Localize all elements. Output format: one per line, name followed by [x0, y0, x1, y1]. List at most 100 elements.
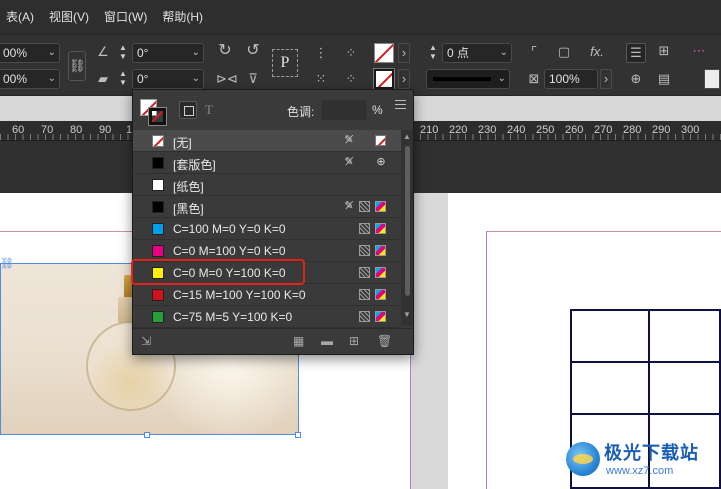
chevron-down-icon: ⌄	[47, 47, 56, 58]
flip-horizontal-icon[interactable]: ⊳⊲	[216, 71, 238, 87]
ruler-label: 300	[681, 124, 700, 136]
text-wrap-icon[interactable]: ☰	[626, 43, 646, 63]
scroll-down-icon[interactable]: ▼	[403, 310, 411, 319]
scale-y-field[interactable]: 00% ⌄	[0, 69, 60, 89]
shear-stepper[interactable]: ▲ ▼	[118, 69, 128, 89]
ruler-label: 280	[623, 124, 642, 136]
resize-handle-bottom[interactable]	[144, 432, 150, 438]
ruler-label: 290	[652, 124, 671, 136]
delete-swatch-icon[interactable]: 🗑	[377, 334, 392, 348]
swatch-row-none[interactable]: [无] ✎̸	[133, 130, 401, 152]
watermark-url: www.xz7.com	[606, 465, 674, 477]
show-swatch-kinds-icon[interactable]: ⇲	[141, 334, 151, 348]
stroke-none-icon[interactable]	[148, 107, 167, 126]
stroke-dropdown-icon[interactable]: ›	[398, 69, 410, 89]
swatch-row-paper[interactable]: [纸色]	[133, 174, 401, 196]
control-panel: 00% ⌄ 00% ⌄ ⛓ ∠ ▲ ▼ 0° ⌄ ▰ ▲ ▼ 0° ⌄ ↻ ↺ ⊳⊲ ⊽ P…	[0, 34, 721, 96]
scale-x-field[interactable]: 00% ⌄	[0, 43, 60, 63]
frame-link-icon[interactable]: ⛓	[0, 257, 14, 270]
swatch-name: [无]	[173, 136, 192, 150]
arrange-icon[interactable]: ▤	[654, 71, 674, 87]
ruler-label: 240	[507, 124, 526, 136]
stroke-weight-stepper[interactable]: ▲ ▼	[428, 43, 438, 63]
fill-dropdown-icon[interactable]: ›	[398, 43, 410, 63]
opacity-field[interactable]: 100%	[544, 69, 598, 89]
ruler-label: 90	[99, 124, 112, 136]
color-group-folder-icon[interactable]: ▬	[321, 334, 333, 348]
color-chip-icon[interactable]	[704, 69, 720, 89]
swatch-name: C=75 M=5 Y=100 K=0	[173, 310, 293, 324]
swatch-chip	[152, 289, 164, 301]
swatch-list-scrollbar[interactable]: ▲ ▼	[401, 130, 413, 326]
panel-menu-icon[interactable]	[395, 100, 406, 109]
swatch-row-red[interactable]: C=15 M=100 Y=100 K=0	[133, 284, 401, 306]
swatch-name: [黑色]	[173, 202, 204, 216]
drop-shadow-icon[interactable]: ▢	[556, 44, 572, 60]
paragraph-p-icon[interactable]: P	[272, 49, 298, 77]
corner-options-icon[interactable]: ⌜	[526, 44, 542, 60]
registration-icon: ⊕	[376, 156, 386, 168]
cmyk-icon	[375, 289, 386, 300]
swatch-row-black[interactable]: [黑色] ✎̸	[133, 196, 401, 218]
swatch-row-green[interactable]: C=75 M=5 Y=100 K=0	[133, 306, 401, 328]
no-edit-icon: ✎̸	[344, 134, 354, 146]
margin-guide-left	[0, 231, 135, 232]
swatch-views-icon[interactable]: ▦	[293, 334, 304, 348]
ruler-label: 70	[41, 124, 54, 136]
swatch-row-cyan[interactable]: C=100 M=0 Y=0 K=0	[133, 218, 401, 240]
menu-help[interactable]: 帮助(H)	[156, 0, 212, 34]
ruler-label: 250	[536, 124, 555, 136]
menu-view[interactable]: 视图(V)	[43, 0, 98, 34]
rotate-cw-icon[interactable]: ↻	[216, 43, 234, 59]
ruler-label: 80	[70, 124, 83, 136]
chevron-down-icon: ⌄	[191, 47, 200, 58]
select-next-icon[interactable]: ⁘	[340, 71, 362, 87]
swatches-panel-footer: ⇲ ▦ ▬ ⊞ 🗑	[133, 328, 413, 354]
fill-swatch-none[interactable]	[374, 43, 394, 63]
menu-bar: 表(A) 视图(V) 窗口(W) 帮助(H)	[0, 0, 721, 34]
table-cell[interactable]	[570, 309, 650, 363]
fill-stroke-selector[interactable]	[140, 99, 168, 127]
menu-table[interactable]: 表(A)	[0, 0, 43, 34]
resize-handle-bottom-right[interactable]	[295, 432, 301, 438]
shear-angle-field[interactable]: 0° ⌄	[132, 69, 204, 89]
table-cell[interactable]	[648, 309, 721, 363]
scale-x-value: 00%	[3, 46, 28, 60]
align-icon[interactable]: ⊞	[654, 43, 674, 59]
rotate-angle-field[interactable]: 0° ⌄	[132, 43, 204, 63]
stroke-swatch-none[interactable]	[373, 68, 395, 90]
table-cell[interactable]	[570, 361, 650, 415]
swatch-name: [套版色]	[173, 158, 216, 172]
new-swatch-icon[interactable]: ⊞	[349, 334, 359, 348]
swatch-row-registration[interactable]: [套版色] ✎̸ ⊕	[133, 152, 401, 174]
swatch-list: [无] ✎̸ [套版色] ✎̸ ⊕ [纸色] [黑色] ✎̸ C=100 M=0…	[133, 130, 401, 328]
formatting-text-icon[interactable]: T	[205, 102, 213, 118]
fx-icon[interactable]: fx.	[586, 44, 608, 60]
ruler-label: 210	[420, 124, 439, 136]
stroke-type-select[interactable]: ⌄	[426, 69, 510, 89]
select-content-icon[interactable]: ⁙	[312, 71, 330, 87]
rotate-angle-icon: ∠	[97, 44, 109, 59]
select-container-icon[interactable]: ⋮	[312, 45, 330, 61]
opacity-icon: ⊠	[528, 71, 540, 86]
constrain-proportions-icon[interactable]: ⛓	[68, 51, 86, 81]
formatting-container-icon[interactable]	[179, 101, 197, 119]
table-cell[interactable]	[648, 361, 721, 415]
pink-grid-icon[interactable]: ⋯	[688, 43, 710, 59]
scroll-up-icon[interactable]: ▲	[403, 132, 411, 141]
menu-window[interactable]: 窗口(W)	[98, 0, 156, 34]
select-previous-icon[interactable]: ⁘	[340, 45, 362, 61]
tint-input[interactable]	[321, 100, 367, 120]
watermark-title: 极光下载站	[604, 443, 699, 463]
ruler-label: 260	[565, 124, 584, 136]
scrollbar-thumb[interactable]	[405, 146, 410, 296]
stroke-weight-field[interactable]: 0 点 ⌄	[442, 43, 512, 63]
rotate-stepper[interactable]: ▲ ▼	[118, 43, 128, 63]
object-styles-icon[interactable]: ⊕	[626, 71, 646, 87]
flip-vertical-icon[interactable]: ⊽	[244, 71, 262, 87]
process-color-icon	[359, 267, 370, 278]
swatches-panel: T 色调: % [无] ✎̸ [套版色] ✎̸ ⊕ [纸色] [黑色] ✎̸ C…	[132, 89, 414, 355]
rotate-ccw-icon[interactable]: ↺	[244, 43, 262, 59]
swatch-chip	[152, 157, 164, 169]
opacity-dropdown-icon[interactable]: ›	[600, 69, 612, 89]
